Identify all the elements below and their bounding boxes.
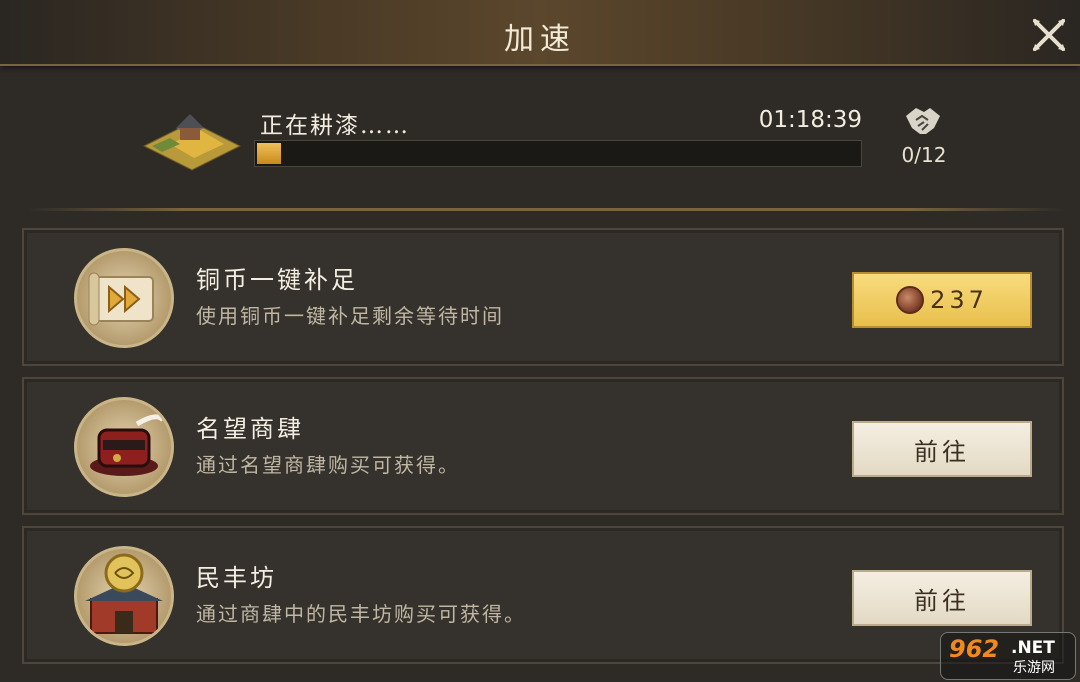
close-icon [1033,19,1065,51]
copper-coin-icon [896,286,925,314]
list-item-copper-refill: 铜币一键补足 使用铜币一键补足剩余等待时间 237 [22,228,1064,366]
title-bar: 加速 [0,0,1080,66]
copper-cost: 237 [930,286,988,314]
watermark-domain: .NET [1011,638,1055,658]
watermark-number: 962 [949,635,1000,663]
progress-fill [257,143,281,164]
close-button[interactable] [1028,14,1070,56]
scroll-fast-forward-icon [74,248,174,348]
farm-building-icon [142,114,242,171]
go-fame-shop-button[interactable]: 前往 [852,421,1032,477]
watermark-logo: 962 .NET 乐游网 [940,632,1076,680]
row-description: 通过名望商肆购买可获得。 [196,453,460,477]
copper-refill-button[interactable]: 237 [852,272,1032,328]
watermark-site-name: 乐游网 [1013,660,1055,676]
list-item-fame-shop: 名望商肆 通过名望商肆购买可获得。 前往 [22,377,1064,515]
handshake-icon[interactable] [904,104,942,138]
shop-building-icon [74,546,174,646]
list-item-minfeng-shop: 民丰坊 通过商肆中的民丰坊购买可获得。 前往 [22,526,1064,664]
go-minfeng-shop-button[interactable]: 前往 [852,570,1032,626]
countdown-timer: 01:18:39 [758,107,862,133]
row-title: 名望商肆 [196,415,304,443]
progress-bar [254,140,862,167]
status-label: 正在耕漆…… [260,113,410,139]
help-count: 0/12 [901,143,947,167]
row-title: 民丰坊 [196,564,277,592]
row-title: 铜币一键补足 [196,266,358,294]
row-description: 通过商肆中的民丰坊购买可获得。 [196,602,526,626]
row-description: 使用铜币一键补足剩余等待时间 [196,304,504,328]
page-title: 加速 [504,22,576,57]
divider [28,208,1064,211]
red-hat-icon [74,397,174,497]
